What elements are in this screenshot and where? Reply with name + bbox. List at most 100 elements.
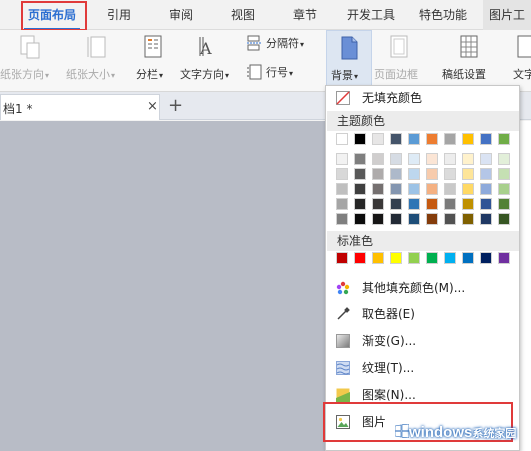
- theme-shade-swatch[interactable]: [372, 183, 384, 195]
- theme-shade-swatch[interactable]: [336, 183, 348, 195]
- theme-shade-swatch[interactable]: [426, 213, 438, 225]
- texture-item[interactable]: 纹理(T)...: [326, 356, 519, 380]
- theme-shade-swatch[interactable]: [462, 183, 474, 195]
- manuscript-settings-button[interactable]: 稿纸设置: [440, 30, 496, 90]
- theme-shade-swatch[interactable]: [426, 198, 438, 210]
- standard-color-swatch[interactable]: [498, 252, 510, 264]
- theme-shade-swatch[interactable]: [480, 153, 492, 165]
- standard-color-swatch[interactable]: [480, 252, 492, 264]
- theme-color-swatch[interactable]: [426, 133, 438, 145]
- theme-shade-swatch[interactable]: [372, 153, 384, 165]
- theme-shade-swatch[interactable]: [498, 183, 510, 195]
- theme-shade-swatch[interactable]: [444, 213, 456, 225]
- theme-shade-swatch[interactable]: [336, 168, 348, 180]
- theme-shade-swatch[interactable]: [354, 153, 366, 165]
- theme-shade-swatch[interactable]: [372, 213, 384, 225]
- theme-shade-swatch[interactable]: [390, 198, 402, 210]
- theme-color-swatch[interactable]: [408, 133, 420, 145]
- standard-color-swatch[interactable]: [354, 252, 366, 264]
- line-number-icon: [247, 64, 262, 80]
- theme-shade-swatch[interactable]: [444, 168, 456, 180]
- theme-shade-swatch[interactable]: [408, 168, 420, 180]
- theme-color-swatch[interactable]: [444, 133, 456, 145]
- standard-color-swatch[interactable]: [408, 252, 420, 264]
- paper-size-button[interactable]: 纸张大小▾: [66, 30, 128, 90]
- text-direction-button[interactable]: A 文字方向▾: [178, 30, 240, 90]
- tab-references[interactable]: 引用: [100, 0, 138, 30]
- tab-developer-tools[interactable]: 开发工具: [342, 0, 400, 30]
- standard-color-swatch[interactable]: [390, 252, 402, 264]
- eyedropper-item[interactable]: 取色器(E): [326, 302, 519, 326]
- more-fill-colors-item[interactable]: 其他填充颜色(M)...: [326, 276, 519, 300]
- theme-color-swatch[interactable]: [336, 133, 348, 145]
- theme-shade-swatch[interactable]: [336, 153, 348, 165]
- theme-color-swatch[interactable]: [498, 133, 510, 145]
- text-button[interactable]: 文字: [510, 30, 531, 90]
- theme-shade-swatch[interactable]: [372, 198, 384, 210]
- theme-shade-swatch[interactable]: [498, 168, 510, 180]
- theme-shade-swatch[interactable]: [426, 168, 438, 180]
- tab-special-features[interactable]: 特色功能: [414, 0, 472, 30]
- theme-shade-swatch[interactable]: [462, 168, 474, 180]
- theme-shade-swatch[interactable]: [462, 153, 474, 165]
- theme-color-swatch[interactable]: [390, 133, 402, 145]
- pattern-icon: [336, 388, 350, 402]
- theme-shade-swatch[interactable]: [390, 168, 402, 180]
- theme-shade-swatch[interactable]: [426, 183, 438, 195]
- theme-color-swatch[interactable]: [462, 133, 474, 145]
- theme-shade-swatch[interactable]: [480, 183, 492, 195]
- theme-color-swatch[interactable]: [354, 133, 366, 145]
- theme-color-swatch[interactable]: [480, 133, 492, 145]
- theme-shade-swatch[interactable]: [444, 183, 456, 195]
- tab-review[interactable]: 审阅: [160, 0, 202, 30]
- new-tab-plus-icon[interactable]: +: [168, 95, 183, 116]
- theme-shade-swatch[interactable]: [462, 213, 474, 225]
- theme-shade-swatch[interactable]: [390, 213, 402, 225]
- line-number-button[interactable]: 行号▾: [246, 62, 318, 84]
- tab-view[interactable]: 视图: [222, 0, 264, 30]
- theme-shade-swatch[interactable]: [354, 183, 366, 195]
- theme-shade-swatch[interactable]: [426, 153, 438, 165]
- theme-shade-swatch[interactable]: [390, 153, 402, 165]
- columns-button[interactable]: 分栏▾: [134, 30, 174, 90]
- theme-shade-swatch[interactable]: [444, 153, 456, 165]
- document-tab-title: 档1 *: [3, 102, 33, 116]
- theme-shade-swatch[interactable]: [354, 198, 366, 210]
- theme-shade-swatch[interactable]: [408, 198, 420, 210]
- theme-shade-swatch[interactable]: [498, 153, 510, 165]
- theme-shade-swatch[interactable]: [480, 198, 492, 210]
- theme-shade-swatch[interactable]: [408, 213, 420, 225]
- close-icon[interactable]: ×: [147, 99, 158, 114]
- theme-shade-swatch[interactable]: [336, 213, 348, 225]
- standard-color-swatch[interactable]: [462, 252, 474, 264]
- theme-shade-swatch[interactable]: [444, 198, 456, 210]
- theme-shade-swatch[interactable]: [354, 168, 366, 180]
- theme-shade-swatch[interactable]: [336, 198, 348, 210]
- theme-shade-swatch[interactable]: [498, 213, 510, 225]
- standard-color-swatch[interactable]: [336, 252, 348, 264]
- theme-shade-swatch[interactable]: [480, 168, 492, 180]
- theme-shade-swatch[interactable]: [462, 198, 474, 210]
- tab-picture-tools[interactable]: 图片工: [483, 0, 531, 30]
- no-fill-color-item[interactable]: 无填充颜色: [326, 86, 519, 110]
- standard-colors-header: 标准色: [327, 231, 519, 251]
- standard-color-swatch[interactable]: [372, 252, 384, 264]
- tab-chapter[interactable]: 章节: [284, 0, 326, 30]
- theme-shade-swatch[interactable]: [408, 153, 420, 165]
- theme-shade-swatch[interactable]: [408, 183, 420, 195]
- theme-shade-swatch[interactable]: [390, 183, 402, 195]
- standard-color-swatch[interactable]: [426, 252, 438, 264]
- text-direction-label: 文字方向: [180, 68, 224, 81]
- theme-shade-swatch[interactable]: [372, 168, 384, 180]
- theme-shade-swatch[interactable]: [354, 213, 366, 225]
- separator-button[interactable]: 分隔符▾: [246, 33, 318, 55]
- gradient-item[interactable]: 渐变(G)...: [326, 329, 519, 353]
- background-button[interactable]: 背景▾: [326, 30, 372, 90]
- document-tab[interactable]: 档1 * ×: [0, 94, 160, 120]
- theme-shade-swatch[interactable]: [498, 198, 510, 210]
- page-border-button[interactable]: 页面边框: [374, 30, 426, 90]
- theme-color-swatch[interactable]: [372, 133, 384, 145]
- standard-color-swatch[interactable]: [444, 252, 456, 264]
- paper-orientation-button[interactable]: 纸张方向▾: [0, 30, 62, 90]
- theme-shade-swatch[interactable]: [480, 213, 492, 225]
